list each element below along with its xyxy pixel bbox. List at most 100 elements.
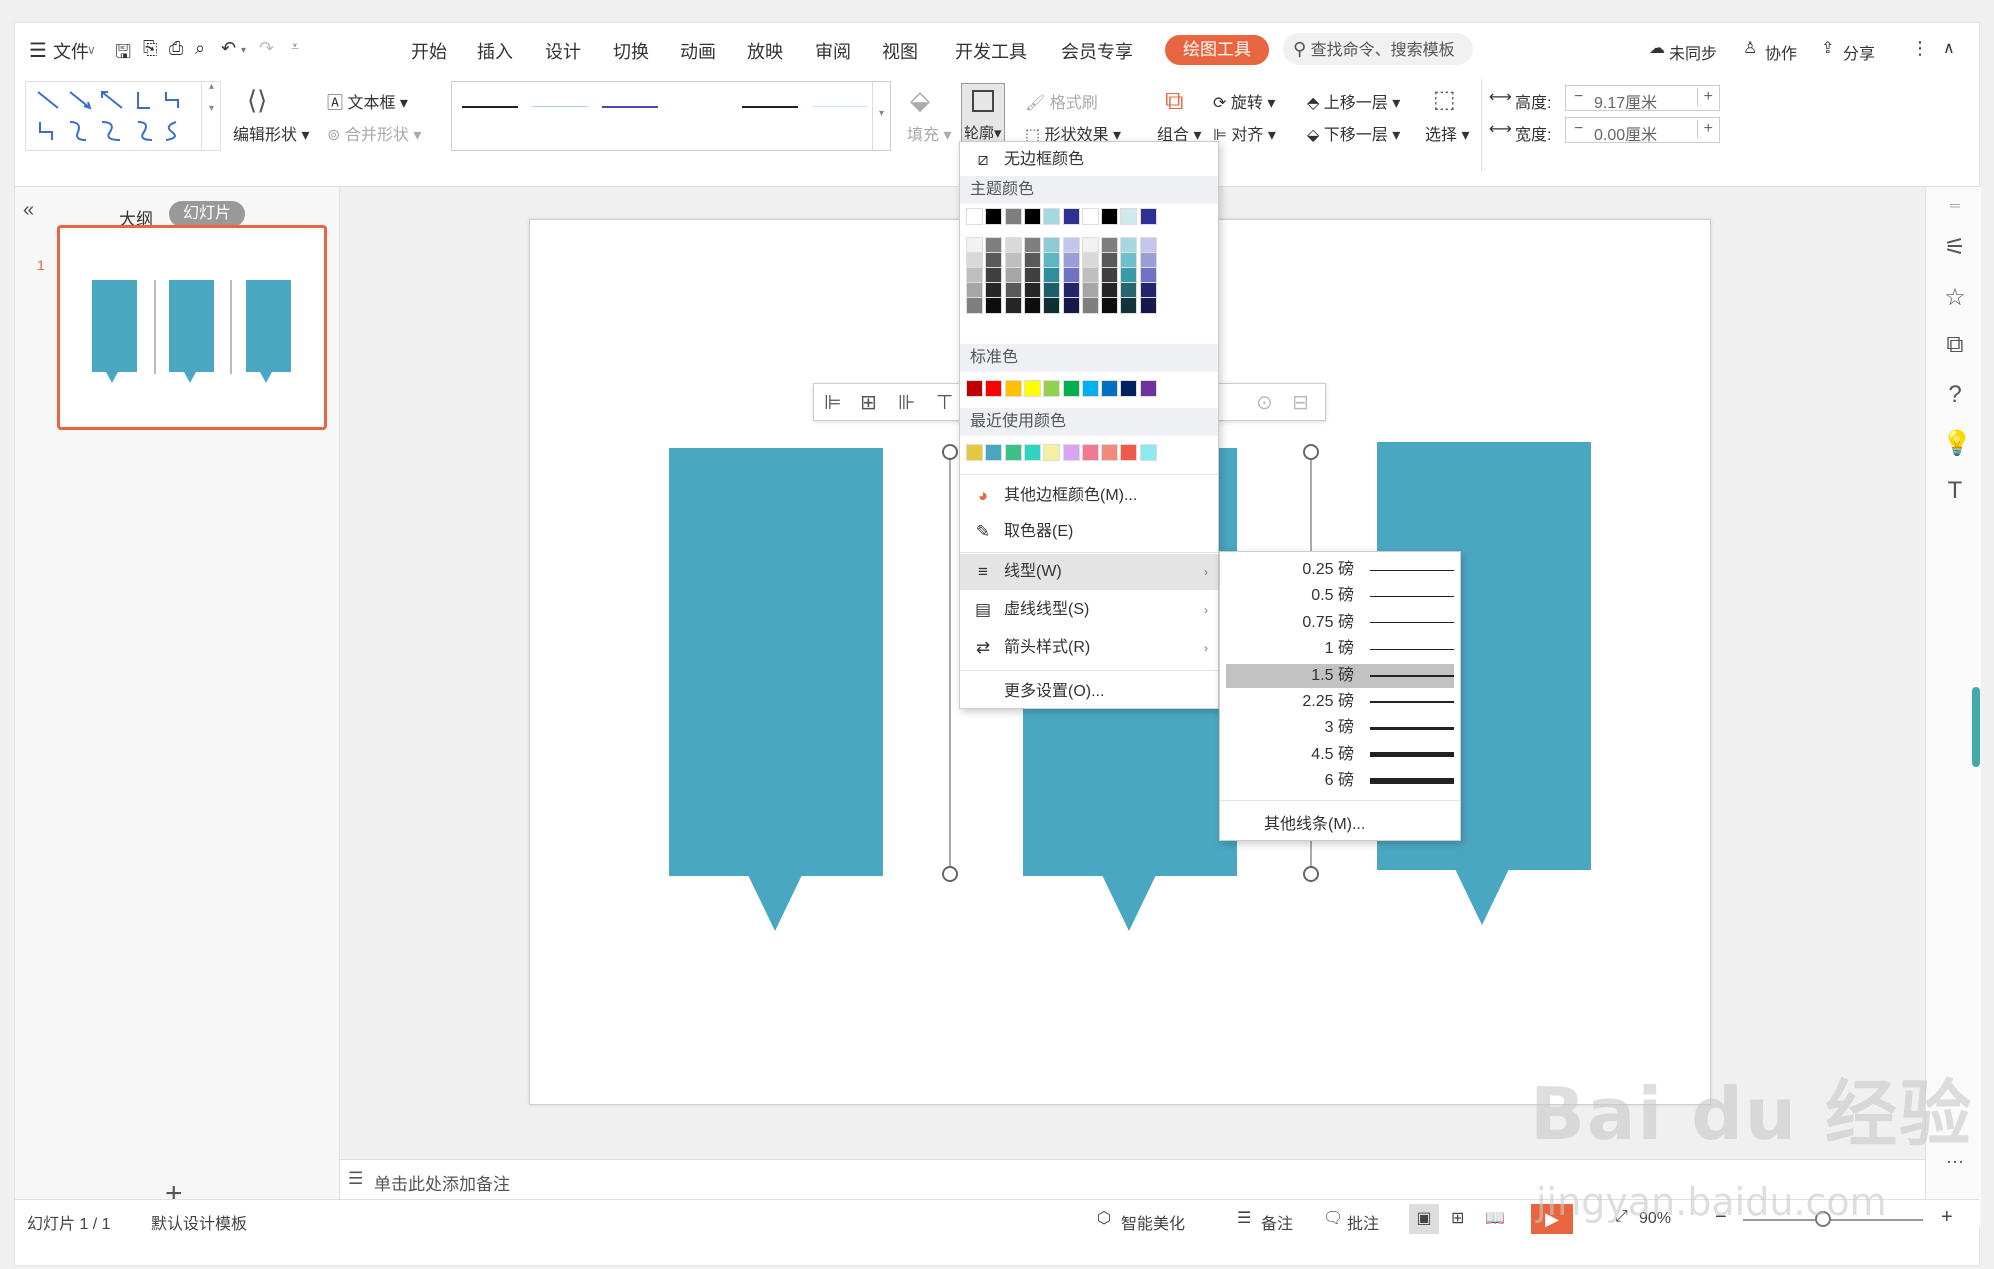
recent-color-swatch[interactable] [1081, 444, 1099, 461]
theme-color-swatch[interactable] [966, 208, 983, 225]
line-gallery-scroll[interactable]: ▾ [872, 82, 890, 150]
no-border-color[interactable]: ⧄ 无边框颜色 [960, 142, 1218, 178]
bring-forward-button[interactable]: ⬘ 上移一层 ▾ [1307, 89, 1400, 113]
standard-color-swatch[interactable] [1043, 380, 1061, 397]
notes-toggle-button[interactable]: 备注 [1261, 1210, 1293, 1234]
standard-color-swatch[interactable] [985, 380, 1003, 397]
recent-color-swatch[interactable] [1062, 444, 1080, 461]
theme-color-swatch[interactable] [1120, 208, 1138, 225]
theme-color-swatch[interactable] [1101, 208, 1119, 225]
line-weight-option[interactable]: 0.25 磅 [1226, 558, 1454, 582]
theme-color-swatch[interactable] [1023, 208, 1041, 225]
print-preview-icon[interactable]: ⌕ [195, 38, 205, 59]
scroll-thumb[interactable] [1972, 687, 1980, 767]
share-button[interactable]: 分享 [1843, 40, 1875, 64]
save-icon[interactable]: 🖫 [115, 38, 131, 70]
line-style-teal[interactable] [532, 106, 588, 107]
align-button[interactable]: ⊫ 对齐 ▾ [1213, 121, 1276, 145]
distribute-horizontal-icon[interactable]: ⊟ [1292, 390, 1309, 415]
recent-color-swatch[interactable] [1139, 444, 1157, 461]
decrease-width-icon[interactable]: − [1574, 120, 1583, 138]
group-icon[interactable]: ⧉ [1165, 85, 1184, 117]
star-icon[interactable]: ☆ [1942, 283, 1968, 312]
edit-shape-icon[interactable]: ⟨⟩ [247, 85, 267, 116]
theme-color-swatch[interactable] [1043, 208, 1061, 225]
recent-color-swatch[interactable] [1120, 444, 1138, 461]
reading-view-icon[interactable]: 📖 [1485, 1208, 1505, 1228]
line-style-black[interactable] [462, 106, 518, 108]
zoom-in-icon[interactable]: + [1941, 1206, 1953, 1229]
line-weight-option[interactable]: 1.5 磅 [1226, 663, 1454, 688]
line-type-item[interactable]: ≡ 线型(W) › [960, 554, 1218, 590]
dash-type-item[interactable]: ▤ 虚线线型(S) › [960, 592, 1218, 628]
tab-insert[interactable]: 插入 [477, 38, 513, 64]
resize-handle[interactable] [942, 444, 958, 460]
fill-icon[interactable]: ⬙ [910, 85, 930, 116]
format-painter-button[interactable]: 🖌 格式刷 [1025, 89, 1098, 113]
tab-home[interactable]: 开始 [411, 38, 447, 64]
tab-transitions[interactable]: 切换 [613, 38, 649, 64]
recent-color-swatch[interactable] [1023, 444, 1041, 461]
line-style-gallery[interactable]: ▾ [451, 81, 891, 151]
align-left-icon[interactable]: ⊫ [824, 390, 841, 415]
properties-icon[interactable]: ⚟ [1942, 233, 1968, 262]
standard-color-swatch[interactable] [1023, 380, 1041, 397]
align-right-icon[interactable]: ⊪ [898, 390, 915, 415]
slides-tab[interactable]: 幻灯片 [169, 201, 245, 227]
arrow-style-item[interactable]: ⇄ 箭头样式(R) › [960, 630, 1218, 666]
standard-color-swatch[interactable] [1101, 380, 1119, 397]
line-weight-option[interactable]: 0.5 磅 [1226, 584, 1454, 608]
recent-color-swatch[interactable] [1101, 444, 1119, 461]
increase-height-icon[interactable]: + [1696, 88, 1713, 106]
undo-icon[interactable]: ↶ [221, 38, 236, 59]
gallery-scroll[interactable]: ▴ ▾ [201, 81, 221, 151]
tab-developer[interactable]: 开发工具 [955, 38, 1027, 64]
theme-color-swatch[interactable] [1101, 297, 1119, 314]
shape-gallery[interactable] [25, 81, 221, 151]
lightbulb-icon[interactable]: 💡 [1942, 429, 1972, 458]
line-weight-option[interactable]: 3 磅 [1226, 716, 1454, 740]
resize-handle[interactable] [942, 866, 958, 882]
theme-color-swatch[interactable] [1139, 297, 1157, 314]
standard-color-swatch[interactable] [1081, 380, 1099, 397]
tab-design[interactable]: 设计 [545, 38, 581, 64]
more-lines-item[interactable]: 其他线条(M)... [1264, 810, 1365, 834]
theme-color-swatch[interactable] [1004, 297, 1022, 314]
fill-button[interactable]: 填充 ▾ [907, 121, 952, 145]
textbox-button[interactable]: 🄰 文本框 ▾ [327, 89, 408, 113]
edit-shape-button[interactable]: 编辑形状 ▾ [233, 121, 310, 145]
template-name[interactable]: 默认设计模板 [151, 1210, 247, 1234]
slide-thumbnail[interactable] [57, 225, 327, 430]
hamburger-icon[interactable]: ☰ [29, 38, 47, 63]
eyedropper[interactable]: ✎ 取色器(E) [960, 514, 1218, 550]
line-style-light[interactable] [812, 106, 868, 107]
customize-toolbar-icon[interactable]: ⩡ [291, 38, 299, 55]
more-icon[interactable]: ⋮ [1911, 38, 1929, 59]
recent-color-swatch[interactable] [966, 444, 983, 461]
file-menu[interactable]: 文件 [53, 38, 89, 64]
standard-color-swatch[interactable] [1004, 380, 1022, 397]
search-box[interactable]: ⚲ 查找命令、搜索模板 [1283, 33, 1473, 65]
more-border-colors[interactable]: ◕ 其他边框颜色(M)... [960, 478, 1218, 514]
resize-handle[interactable] [1303, 866, 1319, 882]
merge-shape-button[interactable]: ⊚ 合并形状 ▾ [327, 121, 421, 145]
width-input[interactable]: − 0.00厘米 + [1565, 117, 1720, 144]
comments-button[interactable]: 批注 [1347, 1210, 1379, 1234]
text-icon[interactable]: T [1942, 477, 1968, 505]
decrease-height-icon[interactable]: − [1574, 88, 1583, 106]
slide-sorter-icon[interactable]: ⊞ [1451, 1208, 1464, 1228]
animation-icon[interactable]: ⧉ [1942, 331, 1968, 359]
select-icon[interactable]: ⬚ [1433, 85, 1456, 114]
recent-color-swatch[interactable] [985, 444, 1003, 461]
recent-color-swatch[interactable] [1043, 444, 1061, 461]
theme-color-swatch[interactable] [1081, 297, 1099, 314]
recent-color-swatch[interactable] [1004, 444, 1022, 461]
standard-color-swatch[interactable] [1139, 380, 1157, 397]
line-style-black-2[interactable] [742, 106, 798, 108]
collapse-panel-icon[interactable]: « [23, 199, 34, 222]
distribute-icon[interactable]: ⊙ [1256, 390, 1273, 415]
line-weight-option[interactable]: 2.25 磅 [1226, 690, 1454, 714]
resize-handle[interactable] [1303, 444, 1319, 460]
theme-color-swatch[interactable] [985, 297, 1003, 314]
collab-button[interactable]: 协作 [1765, 40, 1797, 64]
